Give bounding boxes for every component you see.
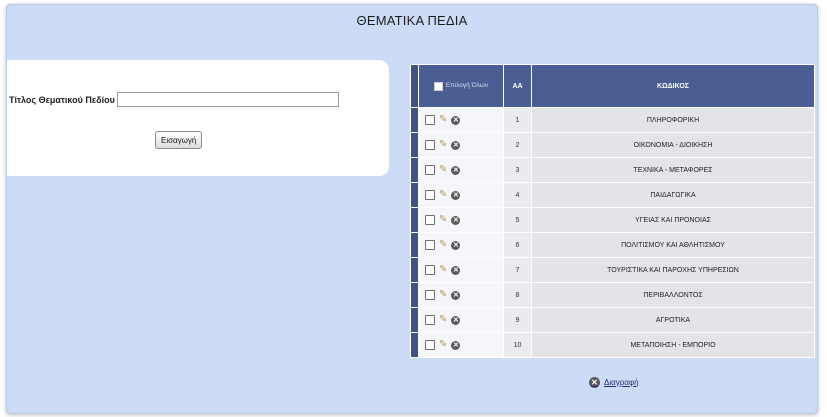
row-actions: ✎ ✕ (419, 283, 503, 307)
title-input[interactable] (116, 92, 339, 107)
delete-icon[interactable]: ✕ (451, 340, 461, 350)
row-aa: 7 (504, 258, 531, 282)
title-label: Τίτλος Θεματικού Πεδίου (9, 94, 115, 105)
row-aa: 3 (504, 158, 531, 182)
row-code: ΠΛΗΡΟΦΟΡΙΚΗ (532, 108, 814, 132)
table-row: ✎ ✕ 5 ΥΓΕΙΑΣ ΚΑΙ ΠΡΟΝΟΙΑΣ (411, 208, 814, 232)
page-title: ΘΕΜΑΤΙΚΑ ΠΕΔΙΑ (356, 13, 468, 28)
row-code: ΠΑΙΔΑΓΩΓΙΚΑ (532, 183, 814, 207)
column-header-code: ΚΩΔΙΚΟΣ (532, 65, 814, 107)
delete-icon[interactable]: ✕ (451, 165, 461, 175)
row-bar (411, 308, 418, 332)
add-field-form: Τίτλος Θεματικού Πεδίου Εισαγωγή (7, 60, 389, 176)
row-code: ΜΕΤΑΠΟΙΗΣΗ - ΕΜΠΟΡΙΟ (532, 333, 814, 357)
delete-icon[interactable]: ✕ (451, 140, 461, 150)
table-row: ✎ ✕ 1 ΠΛΗΡΟΦΟΡΙΚΗ (411, 108, 814, 132)
row-aa: 5 (504, 208, 531, 232)
row-bar (411, 283, 418, 307)
row-checkbox[interactable] (425, 140, 435, 150)
row-bar (411, 258, 418, 282)
row-actions: ✎ ✕ (419, 233, 503, 257)
row-actions: ✎ ✕ (419, 108, 503, 132)
pencil-icon[interactable]: ✎ (439, 265, 447, 275)
delete-icon[interactable]: ✕ (451, 290, 461, 300)
insert-button[interactable]: Εισαγωγή (155, 131, 203, 149)
row-actions: ✎ ✕ (419, 183, 503, 207)
select-all-label: Επιλογή Όλων (445, 82, 489, 89)
table-row: ✎ ✕ 8 ΠΕΡΙΒΑΛΛΟΝΤΟΣ (411, 283, 814, 307)
table-row: ✎ ✕ 2 ΟΙΚΟΝΟΜΙΑ - ΔΙΟΙΚΗΣΗ (411, 133, 814, 157)
row-checkbox[interactable] (425, 240, 435, 250)
row-code: ΠΟΛΙΤΙΣΜΟΥ ΚΑΙ ΑΘΛΗΤΙΣΜΟΥ (532, 233, 814, 257)
header-bar (411, 65, 418, 107)
row-checkbox[interactable] (425, 190, 435, 200)
row-bar (411, 233, 418, 257)
row-aa: 1 (504, 108, 531, 132)
row-aa: 2 (504, 133, 531, 157)
row-checkbox[interactable] (425, 165, 435, 175)
table-row: ✎ ✕ 7 ΤΟΥΡΙΣΤΙΚΑ ΚΑΙ ΠΑΡΟΧΗΣ ΥΠΗΡΕΣΙΩΝ (411, 258, 814, 282)
pencil-icon[interactable]: ✎ (439, 140, 447, 150)
table-row: ✎ ✕ 9 ΑΓΡΟΤΙΚΑ (411, 308, 814, 332)
row-bar (411, 208, 418, 232)
row-checkbox[interactable] (425, 265, 435, 275)
row-checkbox[interactable] (425, 315, 435, 325)
table-row: ✎ ✕ 3 ΤΕΧΝΙΚΑ - ΜΕΤΑΦΟΡΕΣ (411, 158, 814, 182)
row-actions: ✎ ✕ (419, 333, 503, 357)
row-checkbox[interactable] (425, 290, 435, 300)
delete-icon[interactable]: ✕ (451, 265, 461, 275)
pencil-icon[interactable]: ✎ (439, 290, 447, 300)
row-actions: ✎ ✕ (419, 258, 503, 282)
select-all-header[interactable]: Επιλογή Όλων (419, 65, 503, 107)
row-actions: ✎ ✕ (419, 158, 503, 182)
title-row: Τίτλος Θεματικού Πεδίου (9, 92, 339, 107)
row-checkbox[interactable] (425, 215, 435, 225)
row-bar (411, 333, 418, 357)
row-bar (411, 158, 418, 182)
delete-icon: ✕ (589, 377, 600, 388)
delete-icon[interactable]: ✕ (451, 215, 461, 225)
row-code: ΥΓΕΙΑΣ ΚΑΙ ΠΡΟΝΟΙΑΣ (532, 208, 814, 232)
pencil-icon[interactable]: ✎ (439, 115, 447, 125)
delete-icon[interactable]: ✕ (451, 240, 461, 250)
row-checkbox[interactable] (425, 115, 435, 125)
pencil-icon[interactable]: ✎ (439, 340, 447, 350)
delete-link[interactable]: ✕ Διαγραφή (589, 377, 639, 388)
row-code: ΤΕΧΝΙΚΑ - ΜΕΤΑΦΟΡΕΣ (532, 158, 814, 182)
row-aa: 9 (504, 308, 531, 332)
table-row: ✎ ✕ 10 ΜΕΤΑΠΟΙΗΣΗ - ΕΜΠΟΡΙΟ (411, 333, 814, 357)
row-actions: ✎ ✕ (419, 208, 503, 232)
row-aa: 4 (504, 183, 531, 207)
row-aa: 8 (504, 283, 531, 307)
row-aa: 6 (504, 233, 531, 257)
row-code: ΑΓΡΟΤΙΚΑ (532, 308, 814, 332)
row-checkbox[interactable] (425, 340, 435, 350)
row-code: ΟΙΚΟΝΟΜΙΑ - ΔΙΟΙΚΗΣΗ (532, 133, 814, 157)
fields-table: Επιλογή Όλων ΑΑ ΚΩΔΙΚΟΣ ✎ ✕ 1 ΠΛΗΡΟΦΟΡΙΚΗ ✎ ✕… (410, 64, 815, 358)
delete-label: Διαγραφή (604, 378, 639, 387)
select-all-checkbox[interactable] (433, 81, 443, 91)
row-code: ΤΟΥΡΙΣΤΙΚΑ ΚΑΙ ΠΑΡΟΧΗΣ ΥΠΗΡΕΣΙΩΝ (532, 258, 814, 282)
row-aa: 10 (504, 333, 531, 357)
delete-icon[interactable]: ✕ (451, 315, 461, 325)
pencil-icon[interactable]: ✎ (439, 215, 447, 225)
row-actions: ✎ ✕ (419, 308, 503, 332)
row-bar (411, 183, 418, 207)
delete-icon[interactable]: ✕ (451, 190, 461, 200)
table-row: ✎ ✕ 6 ΠΟΛΙΤΙΣΜΟΥ ΚΑΙ ΑΘΛΗΤΙΣΜΟΥ (411, 233, 814, 257)
row-actions: ✎ ✕ (419, 133, 503, 157)
pencil-icon[interactable]: ✎ (439, 165, 447, 175)
pencil-icon[interactable]: ✎ (439, 190, 447, 200)
pencil-icon[interactable]: ✎ (439, 240, 447, 250)
app-frame: ΘΕΜΑΤΙΚΑ ΠΕΔΙΑ Τίτλος Θεματικού Πεδίου Ε… (6, 4, 818, 414)
table-row: ✎ ✕ 4 ΠΑΙΔΑΓΩΓΙΚΑ (411, 183, 814, 207)
delete-icon[interactable]: ✕ (451, 115, 461, 125)
column-header-aa: ΑΑ (504, 65, 531, 107)
pencil-icon[interactable]: ✎ (439, 315, 447, 325)
row-bar (411, 108, 418, 132)
row-code: ΠΕΡΙΒΑΛΛΟΝΤΟΣ (532, 283, 814, 307)
row-bar (411, 133, 418, 157)
